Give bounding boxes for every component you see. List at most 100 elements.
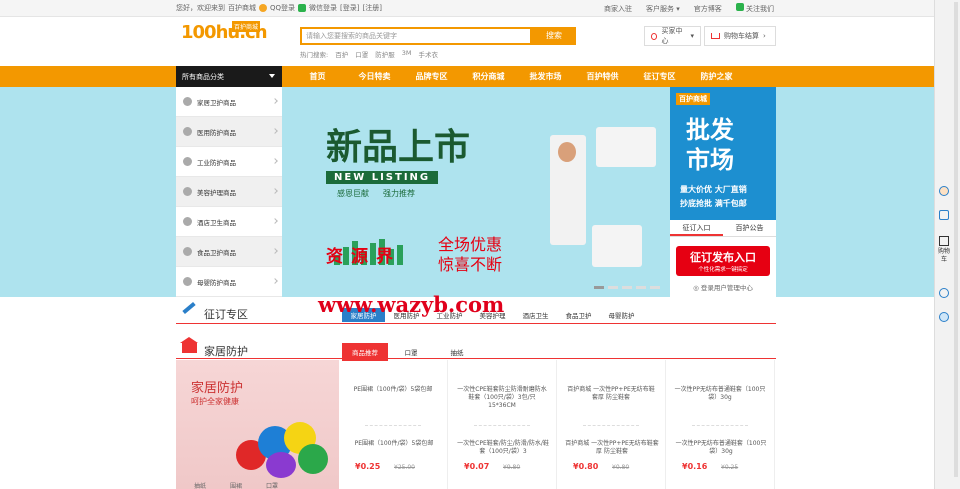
- home-protection-banner[interactable]: 家居防护 呵护全家健康 抽纸 围裙 口罩: [176, 360, 339, 489]
- tab-masks[interactable]: 口罩: [388, 343, 434, 361]
- category-item[interactable]: 美容护理商品: [176, 177, 282, 207]
- carousel-dot[interactable]: [594, 286, 604, 289]
- model-head-image: [558, 142, 576, 162]
- category-icon: [183, 247, 192, 256]
- promo-brand: 百护商城: [676, 93, 710, 105]
- nav-item-points-mall[interactable]: 积分商城: [460, 71, 517, 82]
- tab-food[interactable]: 食品卫护: [557, 308, 600, 322]
- category-item[interactable]: 工业防护商品: [176, 147, 282, 177]
- category-item[interactable]: 家居卫护商品: [176, 87, 282, 117]
- product-name[interactable]: PE围裙（100件/袋）5袋包邮: [347, 440, 441, 448]
- product-grid: PE围裙（100件/袋）5袋包邮 PE围裙（100件/袋）5袋包邮 ¥0.25 …: [339, 360, 776, 489]
- service-button[interactable]: [938, 312, 950, 324]
- carousel-dot[interactable]: [622, 286, 632, 289]
- hero-carousel[interactable]: 新品上市 NEW LISTING 感恩巨献 强力推荐 资源界 全场优惠 惊喜不断: [282, 87, 670, 297]
- banner-labels: 抽纸 围裙 口罩: [194, 483, 279, 489]
- wechat-icon: [298, 4, 307, 12]
- message-button[interactable]: [938, 210, 950, 222]
- qq-login-link[interactable]: QQ登录: [270, 3, 295, 13]
- tab-tissue[interactable]: 抽纸: [434, 343, 480, 361]
- product-old-price: ¥9.80: [503, 464, 521, 471]
- category-item[interactable]: 医用防护商品: [176, 117, 282, 147]
- sidebar-cart-button[interactable]: 购物车: [938, 236, 950, 264]
- all-categories-button[interactable]: 所有商品分类: [176, 66, 282, 87]
- chevron-right-icon: [272, 278, 278, 284]
- nav-item-today-sale[interactable]: 今日特卖: [346, 71, 403, 82]
- search-button[interactable]: 搜索: [532, 27, 576, 45]
- product-name[interactable]: 一次性CPE鞋套/防尘/防滑/防水/鞋套（100只/袋）3: [456, 440, 550, 456]
- category-item[interactable]: 母婴防护商品: [176, 267, 282, 297]
- user-center-link[interactable]: ◎ 登录用户管理中心: [670, 282, 776, 292]
- product-name[interactable]: 一次性PP无纺布普通鞋套（100只袋）30g: [674, 440, 768, 456]
- user-avatar-button[interactable]: [938, 186, 950, 198]
- hot-word[interactable]: 手术衣: [418, 49, 438, 59]
- carousel-dot[interactable]: [650, 286, 660, 289]
- nav-item-brands[interactable]: 品牌专区: [403, 71, 460, 82]
- buyer-center-button[interactable]: 买家中心 ▾: [644, 26, 701, 46]
- follow-us-link[interactable]: 关注我们: [735, 3, 774, 14]
- scrollbar[interactable]: [954, 2, 958, 477]
- chevron-right-icon: [272, 128, 278, 134]
- bag-rolls-image: [236, 418, 331, 480]
- search-input[interactable]: 请输入您要搜索的商品关键字: [300, 27, 532, 45]
- home-protection-tabs: 商品推荐 口罩 抽纸: [342, 343, 480, 361]
- site-name-link[interactable]: 百护商城: [228, 3, 256, 13]
- section-title: 家居防护: [204, 345, 248, 358]
- product-old-price: ¥0.25: [721, 464, 739, 471]
- tab-announcement[interactable]: 百护公告: [723, 220, 776, 236]
- product-image-shoe-cover: [592, 225, 642, 267]
- product-card[interactable]: PE围裙（100件/袋）5袋包邮 PE围裙（100件/袋）5袋包邮 ¥0.25 …: [339, 360, 448, 489]
- promo-tabs: 征订入口 百护公告: [670, 220, 776, 237]
- carousel-dot[interactable]: [636, 286, 646, 289]
- customer-service-link[interactable]: 客户服务 ▾: [646, 4, 680, 14]
- official-blog-link[interactable]: 官方博客: [694, 4, 722, 14]
- category-item[interactable]: 酒店卫生商品: [176, 207, 282, 237]
- right-sidebar: 购物车: [934, 0, 960, 489]
- site-logo[interactable]: 100hu.cn 百护商城: [181, 21, 268, 46]
- hot-word[interactable]: 防护服: [375, 49, 395, 59]
- hot-word[interactable]: 3M: [402, 49, 412, 59]
- hot-search-list: 热门搜索: 百护 口罩 防护服 3M 手术衣: [300, 49, 438, 59]
- tab-subscription-entry[interactable]: 征订入口: [670, 220, 723, 236]
- logo-badge: 百护商城: [232, 21, 261, 32]
- nav-item-subscription[interactable]: 征订专区: [631, 71, 688, 82]
- category-icon: [183, 157, 192, 166]
- register-link[interactable]: [注册]: [363, 3, 382, 13]
- merchant-link[interactable]: 商家入驻: [604, 4, 632, 14]
- subscription-publish-button[interactable]: 征订发布入口 个性化需求一键搞定: [676, 246, 770, 276]
- favorites-button[interactable]: [938, 288, 950, 300]
- cart-icon: [939, 236, 949, 246]
- hero-promo-left: 资源界: [326, 247, 401, 267]
- product-old-price: ¥25.00: [394, 464, 415, 471]
- nav-item-protection-home[interactable]: 防护之家: [688, 71, 745, 82]
- hot-word[interactable]: 百护: [335, 49, 348, 59]
- product-card[interactable]: 一次性CPE鞋套防尘防滑耐磨防水鞋套（100只/袋）3包/只 15*36CM 一…: [448, 360, 557, 489]
- tab-baby[interactable]: 母婴防护: [600, 308, 643, 322]
- wechat-login-link[interactable]: 微信登录: [309, 3, 337, 13]
- nav-item-wholesale[interactable]: 批发市场: [517, 71, 574, 82]
- product-card[interactable]: 一次性PP无纺布普通鞋套（100只袋）30g 一次性PP无纺布普通鞋套（100只…: [666, 360, 775, 489]
- hero-title: 新品上市: [326, 127, 471, 168]
- wholesale-banner[interactable]: 百护商城 批发 市场 量大价优 大厂直销 抄底抢批 满千包邮: [670, 87, 776, 220]
- chevron-right-icon: [272, 188, 278, 194]
- nav-item-home[interactable]: 首页: [289, 71, 346, 82]
- product-image-caption: 一次性PP无纺布普通鞋套（100只袋）30g: [674, 386, 766, 401]
- message-icon: [939, 210, 949, 220]
- service-icon: [939, 312, 949, 322]
- product-price: ¥0.07: [464, 462, 490, 471]
- login-link[interactable]: [登录]: [340, 3, 359, 13]
- carousel-dot[interactable]: [608, 286, 618, 289]
- product-image-caption: 百护商城 一次性PP+PE无纺布鞋套厚 防尘鞋套: [567, 386, 655, 401]
- welcome-text: 您好，欢迎来到: [176, 4, 225, 12]
- tab-recommended[interactable]: 商品推荐: [342, 343, 388, 361]
- product-name[interactable]: 百护商城 一次性PP+PE无纺布鞋套厚 防尘鞋套: [565, 440, 659, 456]
- banner-title: 家居防护: [191, 381, 244, 396]
- product-card[interactable]: 百护商城 一次性PP+PE无纺布鞋套厚 防尘鞋套 百护商城 一次性PP+PE无纺…: [557, 360, 666, 489]
- category-item[interactable]: 食品卫护商品: [176, 237, 282, 267]
- cart-button[interactable]: 购物车结算 ›: [704, 26, 776, 46]
- nav-item-special[interactable]: 百护特供: [574, 71, 631, 82]
- hot-word[interactable]: 口罩: [355, 49, 368, 59]
- chevron-right-icon: [272, 98, 278, 104]
- carousel-dots[interactable]: [594, 286, 660, 289]
- tab-hotel[interactable]: 酒店卫生: [514, 308, 557, 322]
